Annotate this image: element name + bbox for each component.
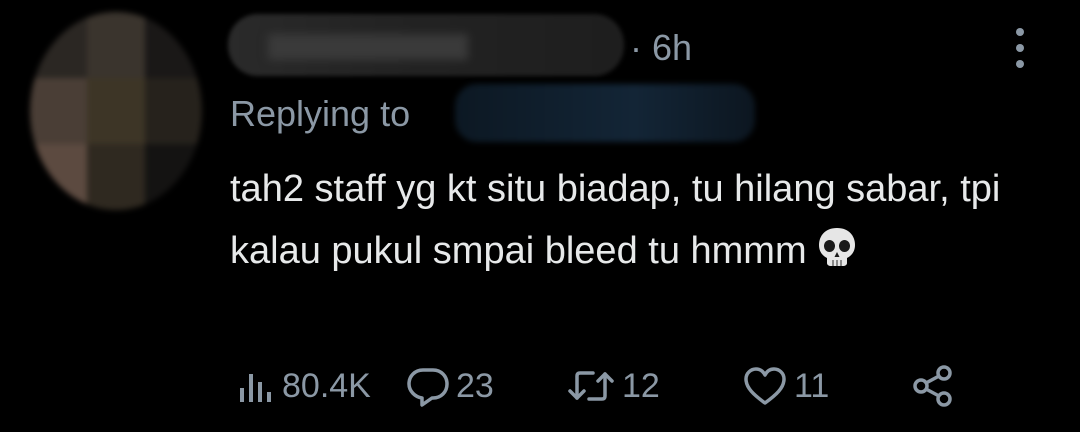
more-options-icon[interactable] — [1006, 28, 1034, 68]
retweet-icon — [568, 371, 614, 401]
avatar[interactable] — [30, 12, 202, 210]
views-count: 80.4K — [282, 366, 371, 405]
like-button[interactable]: 11 — [742, 358, 829, 414]
tweet-actions-bar: 80.4K 23 12 11 — [230, 358, 1030, 414]
reply-button[interactable]: 23 — [406, 358, 494, 414]
share-icon — [913, 365, 952, 407]
views-icon — [240, 374, 271, 402]
retweet-button[interactable]: 12 — [566, 358, 660, 414]
views-button[interactable]: 80.4K — [236, 358, 371, 414]
tweet-text: tah2 staff yg kt situ biadap, tu hilang … — [230, 158, 1010, 282]
retweet-count: 12 — [622, 366, 660, 405]
heart-icon — [744, 367, 786, 405]
replying-to-handle-redacted[interactable] — [455, 84, 755, 142]
display-name-redacted[interactable] — [228, 14, 624, 76]
tweet-text-content: tah2 staff yg kt situ biadap, tu hilang … — [230, 168, 1001, 272]
tweet-timestamp[interactable]: · 6h — [630, 26, 692, 70]
replying-to-label: Replying to — [230, 93, 411, 134]
reply-count: 23 — [456, 366, 494, 405]
like-count: 11 — [794, 366, 830, 405]
skull-emoji-icon — [818, 228, 855, 266]
share-button[interactable] — [910, 358, 956, 414]
reply-icon — [407, 368, 449, 407]
